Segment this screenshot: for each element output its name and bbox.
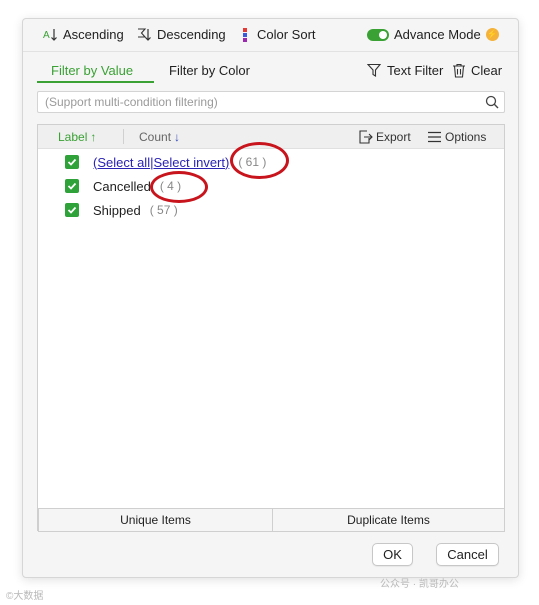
text-filter-label: Text Filter	[387, 63, 444, 78]
arrow-up-icon: ↑	[90, 130, 97, 144]
tab-filter-by-color[interactable]: Filter by Color	[169, 63, 250, 78]
cancel-button[interactable]: Cancel	[436, 543, 499, 566]
list-item[interactable]: Shipped ( 57 )	[65, 201, 178, 219]
ascending-button[interactable]: A Ascending	[43, 27, 124, 42]
color-sort-label: Color Sort	[257, 27, 316, 42]
clear-button[interactable]: Clear	[452, 63, 502, 78]
options-button[interactable]: Options	[427, 130, 486, 144]
advance-mode-toggle[interactable]: Advance Mode ⚡	[367, 27, 499, 42]
toolbar-divider	[23, 51, 518, 52]
unique-items-button[interactable]: Unique Items	[38, 508, 273, 532]
export-button[interactable]: Export	[358, 130, 411, 144]
header-divider	[123, 129, 124, 144]
toggle-switch[interactable]	[367, 28, 389, 41]
color-sort-button[interactable]: Color Sort	[242, 27, 316, 42]
clear-label: Clear	[471, 63, 503, 78]
checkmark-icon	[67, 206, 77, 214]
value-list: Label ↑ Count ↓ Export Options (Select a…	[37, 124, 505, 532]
checkmark-icon	[67, 158, 77, 166]
search-icon[interactable]	[485, 95, 499, 109]
select-all-link[interactable]: (Select all	[93, 155, 150, 170]
watermark-left: ©大数据	[6, 591, 44, 602]
sort-ascending-icon: A	[43, 29, 57, 41]
watermark-right: 公众号 · 凯哥办公	[380, 579, 459, 590]
text-filter-button[interactable]: Text Filter	[367, 63, 443, 78]
lightning-icon: ⚡	[485, 28, 499, 41]
checkbox[interactable]	[65, 179, 79, 193]
trash-icon	[453, 63, 465, 78]
export-icon	[359, 130, 373, 144]
checkbox[interactable]	[65, 203, 79, 217]
ok-button[interactable]: OK	[372, 543, 413, 566]
active-tab-indicator	[37, 81, 154, 83]
descending-button[interactable]: Descending	[137, 27, 226, 42]
ascending-label: Ascending	[63, 27, 124, 42]
arrow-down-icon: ↓	[174, 130, 181, 144]
highlight-ring	[230, 142, 289, 179]
sort-toolbar: A Ascending Descending Color Sort Advanc…	[23, 19, 518, 51]
advance-mode-label: Advance Mode	[394, 27, 481, 42]
highlight-ring	[150, 171, 208, 203]
color-sort-icon	[243, 28, 247, 42]
svg-text:A: A	[43, 30, 50, 41]
menu-icon	[428, 131, 441, 143]
options-label: Options	[445, 130, 487, 144]
descending-label: Descending	[157, 27, 226, 42]
search-input[interactable]: (Support multi-condition filtering)	[37, 91, 505, 113]
filter-panel: A Ascending Descending Color Sort Advanc…	[22, 18, 519, 578]
label-header-text: Label	[58, 130, 88, 144]
export-label: Export	[376, 130, 411, 144]
duplicate-items-button[interactable]: Duplicate Items	[272, 508, 505, 532]
search-placeholder: (Support multi-condition filtering)	[45, 95, 218, 109]
sort-descending-icon	[138, 28, 151, 41]
item-count: ( 57 )	[149, 203, 178, 217]
item-label: Cancelled	[93, 178, 151, 194]
label-column-header[interactable]: Label ↑	[58, 130, 96, 144]
select-invert-link[interactable]: Select invert)	[153, 155, 229, 170]
checkmark-icon	[67, 182, 77, 190]
count-header-text: Count	[139, 130, 172, 144]
count-column-header[interactable]: Count ↓	[139, 130, 180, 144]
filter-icon	[367, 63, 382, 77]
item-label: Shipped	[93, 202, 141, 218]
checkbox[interactable]	[65, 155, 79, 169]
tab-filter-by-value[interactable]: Filter by Value	[51, 63, 133, 78]
